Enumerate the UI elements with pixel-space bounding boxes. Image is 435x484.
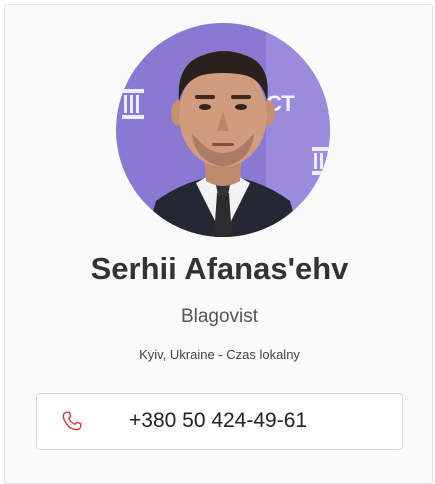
location-text: Kyiv, Ukraine - Czas lokalny bbox=[139, 347, 300, 362]
phone-icon bbox=[61, 410, 83, 432]
phone-number: +380 50 424-49-61 bbox=[129, 409, 308, 432]
profile-photo: СТ bbox=[116, 23, 330, 237]
agent-name: Serhii Afanas'ehv bbox=[90, 251, 349, 286]
company-name: Blagovist bbox=[180, 306, 259, 327]
phone-button[interactable]: +380 50 424-49-61 bbox=[36, 393, 403, 450]
agent-contact-card: СТ Serhii Afanas'ehv Blagovist Kyiv, Ukr… bbox=[4, 4, 433, 484]
avatar: СТ bbox=[116, 23, 330, 237]
